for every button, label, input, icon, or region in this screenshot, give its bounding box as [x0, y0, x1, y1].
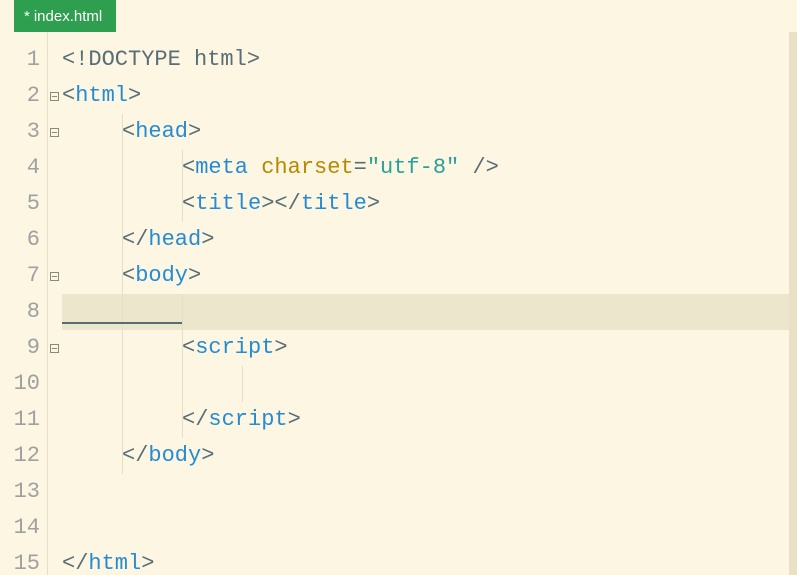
code-text: <head>: [122, 114, 201, 150]
tab-modified-marker: *: [24, 8, 30, 25]
code-text: <html>: [62, 78, 141, 114]
line-number: 6: [0, 222, 40, 258]
code-text: <title></title>: [182, 186, 380, 222]
line-number: 10: [0, 366, 40, 402]
code-line[interactable]: [62, 510, 789, 546]
code-line[interactable]: <html>: [62, 78, 789, 114]
code-line[interactable]: [62, 474, 789, 510]
line-number: 9: [0, 330, 40, 366]
fold-toggle-icon[interactable]: [48, 258, 60, 294]
line-number: 1: [0, 42, 40, 78]
code-text: </head>: [122, 222, 214, 258]
fold-toggle-icon[interactable]: [48, 78, 60, 114]
code-text: </body>: [122, 438, 214, 474]
code-area[interactable]: 123456789101112131415 <!DOCTYPE html><ht…: [0, 32, 797, 575]
code-lines[interactable]: <!DOCTYPE html><html><head><meta charset…: [62, 32, 789, 575]
fold-column: [48, 32, 62, 575]
code-line[interactable]: <body>: [62, 258, 789, 294]
line-number: 12: [0, 438, 40, 474]
fold-toggle-icon[interactable]: [48, 330, 60, 366]
code-line[interactable]: <script>: [62, 330, 789, 366]
tab-bar: * index.html: [0, 0, 797, 32]
code-text: <meta charset="utf-8" />: [182, 150, 499, 186]
fold-toggle-icon[interactable]: [48, 114, 60, 150]
code-line[interactable]: </script>: [62, 402, 789, 438]
indent-guide: [122, 294, 123, 330]
code-line[interactable]: <head>: [62, 114, 789, 150]
indent-guide: [122, 330, 123, 366]
tab-filename: index.html: [34, 8, 102, 25]
line-number: 8: [0, 294, 40, 330]
code-text: </html>: [62, 546, 154, 575]
line-number: 4: [0, 150, 40, 186]
code-line[interactable]: </head>: [62, 222, 789, 258]
line-number: 7: [0, 258, 40, 294]
tab-active[interactable]: * index.html: [14, 0, 116, 32]
indent-guide: [242, 366, 243, 402]
indent-guide: [122, 186, 123, 222]
line-number: 15: [0, 546, 40, 575]
code-line[interactable]: [62, 294, 789, 330]
line-number: 5: [0, 186, 40, 222]
cursor: [62, 322, 182, 324]
indent-guide: [122, 366, 123, 402]
code-line[interactable]: <!DOCTYPE html>: [62, 42, 789, 78]
indent-guide: [122, 150, 123, 186]
indent-guide: [182, 294, 183, 330]
code-text: <!DOCTYPE html>: [62, 42, 260, 78]
line-number: 13: [0, 474, 40, 510]
code-line[interactable]: [62, 366, 789, 402]
indent-guide: [122, 402, 123, 438]
code-line[interactable]: </html>: [62, 546, 789, 575]
code-text: </script>: [182, 402, 301, 438]
code-text: <body>: [122, 258, 201, 294]
code-line[interactable]: </body>: [62, 438, 789, 474]
vertical-scrollbar[interactable]: [789, 32, 797, 575]
line-number: 2: [0, 78, 40, 114]
code-text: <script>: [182, 330, 288, 366]
line-number-gutter: 123456789101112131415: [0, 32, 48, 575]
line-number: 11: [0, 402, 40, 438]
line-number: 3: [0, 114, 40, 150]
code-line[interactable]: <title></title>: [62, 186, 789, 222]
line-number: 14: [0, 510, 40, 546]
code-line[interactable]: <meta charset="utf-8" />: [62, 150, 789, 186]
editor-window: * index.html 123456789101112131415 <!DOC…: [0, 0, 797, 575]
indent-guide: [182, 366, 183, 402]
